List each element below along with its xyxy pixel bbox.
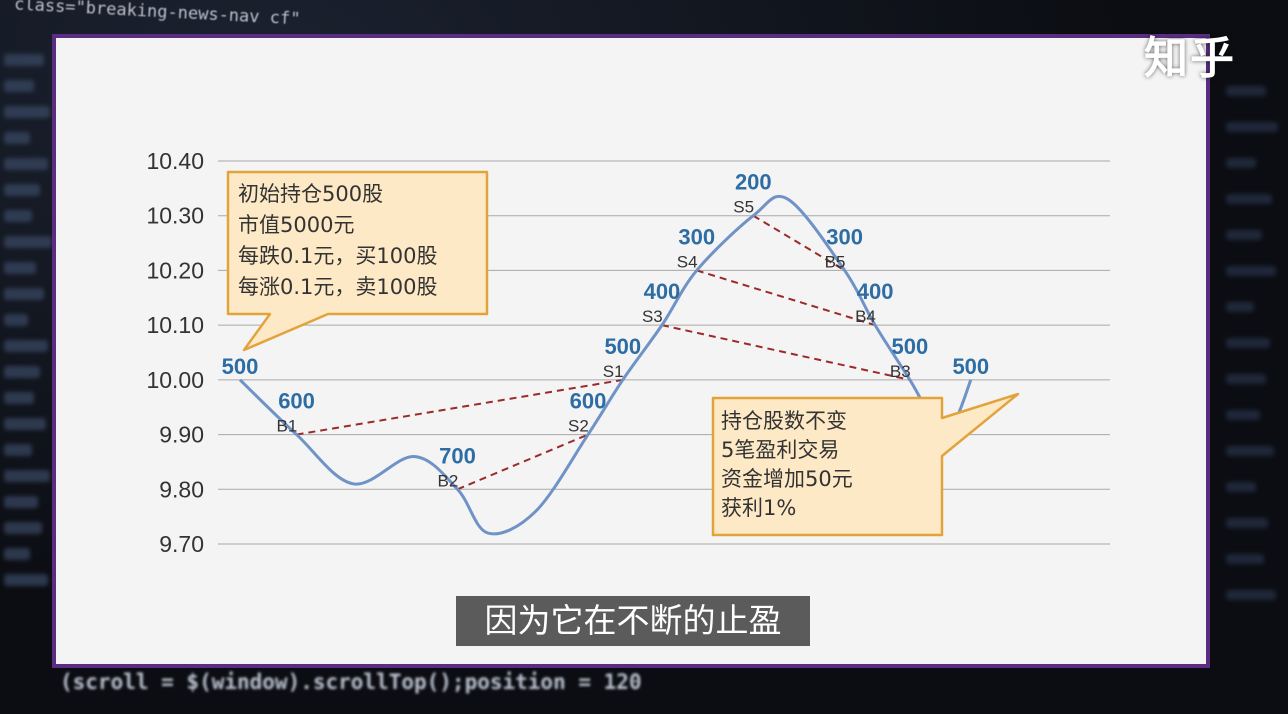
trade-pair-line [457, 433, 589, 491]
zhihu-logo: 知乎 [1144, 33, 1236, 84]
y-tick-label: 9.90 [159, 422, 204, 448]
position-qty-label: 300 [678, 224, 715, 249]
position-qty-label: 500 [952, 354, 989, 379]
y-tick-label: 10.30 [146, 203, 204, 229]
callout-line: 每涨0.1元，卖100股 [238, 275, 437, 299]
position-qty-label: 500 [604, 334, 641, 359]
trade-point-label: B5 [825, 252, 846, 271]
trade-pair-line [661, 324, 911, 381]
callout-line: 获利1% [721, 496, 796, 520]
trade-point-label: S3 [642, 307, 663, 326]
trade-point-label: B4 [855, 307, 876, 326]
position-qty-label: 200 [735, 170, 772, 195]
position-qty-label: 700 [439, 443, 476, 468]
trade-point-label: S4 [677, 252, 698, 271]
position-qty-label: 400 [857, 279, 894, 304]
callout-line: 每跌0.1元，买100股 [238, 244, 437, 268]
callout-line: 5笔盈利交易 [721, 438, 839, 462]
y-tick-label: 10.20 [146, 257, 204, 283]
callout-line: 资金增加50元 [721, 467, 853, 491]
callout-line: 市值5000元 [238, 213, 354, 237]
position-qty-label: 500 [892, 334, 929, 359]
callout-line: 初始持仓500股 [238, 182, 383, 206]
trade-point-label: S5 [733, 198, 754, 217]
trade-point-label: S1 [603, 362, 624, 381]
trade-point-label: B2 [438, 471, 459, 490]
position-qty-label: 400 [644, 279, 681, 304]
position-qty-label: 300 [826, 224, 863, 249]
position-qty-label: 500 [222, 354, 259, 379]
y-tick-label: 9.70 [159, 531, 204, 557]
y-tick-label: 10.10 [146, 312, 204, 338]
video-subtitle: 因为它在不断的止盈 [456, 596, 810, 646]
trade-point-label: B3 [890, 362, 911, 381]
callout-line: 持仓股数不变 [721, 409, 847, 433]
trade-point-label: S2 [568, 417, 589, 436]
trade-point-label: B1 [277, 417, 298, 436]
position-qty-label: 600 [570, 389, 607, 414]
position-qty-label: 600 [278, 389, 315, 414]
y-tick-label: 10.40 [146, 148, 204, 174]
y-tick-label: 9.80 [159, 476, 204, 502]
y-tick-label: 10.00 [146, 367, 204, 393]
